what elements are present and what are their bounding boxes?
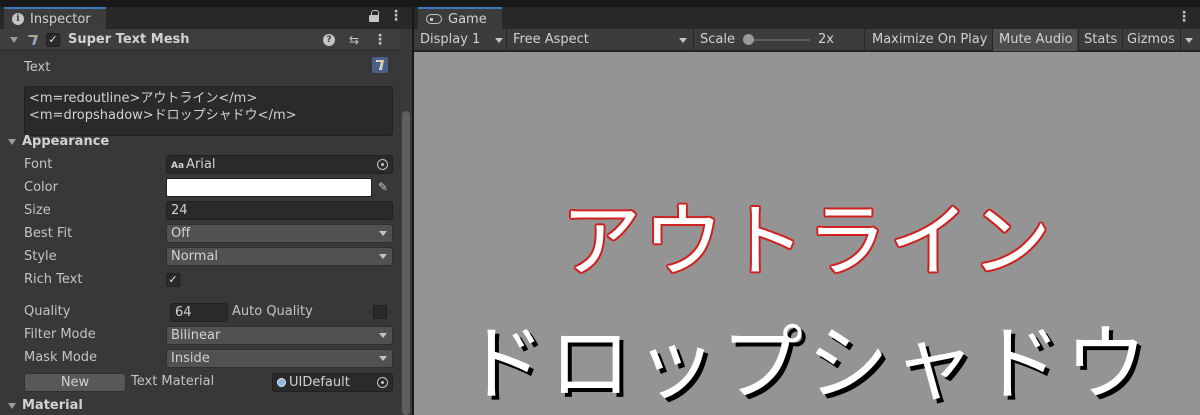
toolbar-separator: [1180, 29, 1181, 51]
gamepad-icon: [426, 14, 442, 24]
help-icon[interactable]: ?: [322, 34, 335, 46]
super-text-mesh-small-icon: [372, 57, 388, 73]
appearance-foldout[interactable]: Appearance: [8, 134, 109, 149]
mask-mode-value: Inside: [171, 351, 210, 366]
style-value: Normal: [171, 249, 219, 264]
mask-mode-dropdown[interactable]: Inside: [166, 349, 393, 368]
gizmos-toggle[interactable]: Gizmos: [1121, 29, 1179, 51]
filter-mode-value: Bilinear: [171, 328, 221, 343]
inspector-panel: i Inspector ⋮ ✓ Super Text Mesh ? ⇆ ⋮ Te…: [0, 7, 412, 415]
info-icon: i: [12, 13, 24, 25]
size-field[interactable]: 24: [166, 201, 393, 220]
object-picker-icon[interactable]: [377, 159, 388, 170]
game-viewport[interactable]: アウトライン ドロップシャドウ: [414, 52, 1200, 415]
aspect-dropdown-arrow-icon: [679, 38, 687, 43]
component-enabled-checkbox[interactable]: ✓: [46, 32, 60, 47]
kebab-menu-icon[interactable]: ⋮: [389, 9, 403, 23]
font-asset-icon: Aa: [171, 161, 185, 171]
filter-mode-label: Filter Mode: [24, 327, 96, 342]
game-toolbar: Display 1 Free Aspect Scale 2x Maximize …: [414, 29, 1200, 51]
component-header-icons: ? ⇆ ⋮: [322, 33, 387, 47]
mask-mode-label: Mask Mode: [24, 350, 98, 365]
game-tab-label: Game: [448, 11, 487, 27]
inspector-tab-bar: i Inspector ⋮: [0, 7, 412, 29]
scale-slider-handle[interactable]: [743, 34, 754, 45]
text-material-value: UIDefault: [289, 375, 350, 390]
color-swatch[interactable]: [166, 178, 372, 197]
display-dropdown-arrow-icon: [495, 38, 503, 43]
color-label: Color: [24, 180, 58, 195]
stats-toggle[interactable]: Stats: [1078, 29, 1122, 51]
text-material-field[interactable]: UIDefault: [272, 373, 393, 392]
text-label: Text: [24, 60, 51, 75]
aspect-value: Free Aspect: [513, 32, 589, 47]
presets-icon[interactable]: ⇆: [349, 33, 359, 47]
object-picker-icon[interactable]: [377, 377, 388, 388]
scale-value: 2x: [818, 32, 834, 47]
best-fit-label: Best Fit: [24, 226, 73, 241]
mute-audio-toggle[interactable]: Mute Audio: [993, 29, 1077, 51]
rich-text-checkbox[interactable]: ✓: [166, 273, 180, 287]
best-fit-dropdown[interactable]: Off: [166, 224, 393, 243]
gizmos-dropdown-arrow-icon[interactable]: [1185, 38, 1193, 43]
quality-label: Quality: [24, 304, 71, 319]
best-fit-value: Off: [171, 226, 191, 241]
quality-field[interactable]: 64: [170, 303, 228, 322]
super-text-mesh-icon: [26, 33, 40, 47]
material-label: Material: [22, 398, 83, 413]
scale-label: Scale: [700, 32, 735, 47]
new-material-button[interactable]: New: [24, 373, 126, 392]
dropdown-arrow-icon: [379, 356, 387, 361]
dropdown-arrow-icon: [379, 254, 387, 259]
dropshadow-text: ドロップシャドウ: [462, 317, 1151, 412]
font-field[interactable]: Aa Arial: [166, 155, 393, 174]
component-header[interactable]: ✓ Super Text Mesh ? ⇆ ⋮: [0, 29, 400, 51]
game-tab-bar: Game ⋮: [414, 7, 1200, 29]
size-label: Size: [24, 203, 51, 218]
display-dropdown[interactable]: Display 1: [414, 29, 504, 51]
maximize-on-play-toggle[interactable]: Maximize On Play: [866, 29, 991, 51]
inspector-tab-label: Inspector: [30, 11, 91, 27]
filter-mode-dropdown[interactable]: Bilinear: [166, 326, 393, 345]
outline-text: アウトライン: [561, 195, 1053, 288]
game-menu-icon[interactable]: ⋮: [1177, 10, 1191, 24]
material-icon: [277, 378, 286, 387]
inspector-tab-icons: ⋮: [369, 9, 403, 23]
game-panel: Game ⋮ Display 1 Free Aspect Scale 2x Ma…: [414, 7, 1200, 415]
font-label: Font: [24, 157, 53, 172]
auto-quality-checkbox[interactable]: [373, 305, 387, 319]
font-value: Arial: [186, 157, 216, 172]
component-menu-icon[interactable]: ⋮: [373, 33, 387, 47]
style-label: Style: [24, 249, 57, 264]
eyedropper-icon[interactable]: ✎: [375, 180, 391, 196]
inspector-scrollbar[interactable]: [400, 29, 412, 415]
foldout-arrow-icon[interactable]: [10, 36, 18, 43]
appearance-label: Appearance: [22, 134, 110, 149]
style-dropdown[interactable]: Normal: [166, 247, 393, 266]
component-title: Super Text Mesh: [68, 32, 190, 47]
display-value: Display 1: [420, 32, 481, 47]
material-foldout-arrow-icon: [8, 402, 16, 409]
dropdown-arrow-icon: [379, 231, 387, 236]
auto-quality-label: Auto Quality: [232, 304, 313, 319]
lock-icon[interactable]: [369, 10, 379, 22]
inspector-tab[interactable]: i Inspector: [4, 7, 106, 29]
game-tab[interactable]: Game: [418, 7, 502, 29]
rich-text-label: Rich Text: [24, 272, 83, 287]
top-strip: [0, 0, 1200, 7]
material-foldout[interactable]: Material: [8, 398, 83, 413]
aspect-dropdown[interactable]: Free Aspect: [507, 29, 692, 51]
dropdown-arrow-icon: [379, 333, 387, 338]
appearance-foldout-arrow-icon: [8, 138, 16, 145]
text-material-label: Text Material: [131, 374, 215, 389]
text-input[interactable]: <m=redoutline>アウトライン</m> <m=dropshadow>ド…: [24, 86, 393, 136]
toolbar-separator: [864, 29, 865, 51]
scrollbar-thumb[interactable]: [402, 111, 410, 415]
